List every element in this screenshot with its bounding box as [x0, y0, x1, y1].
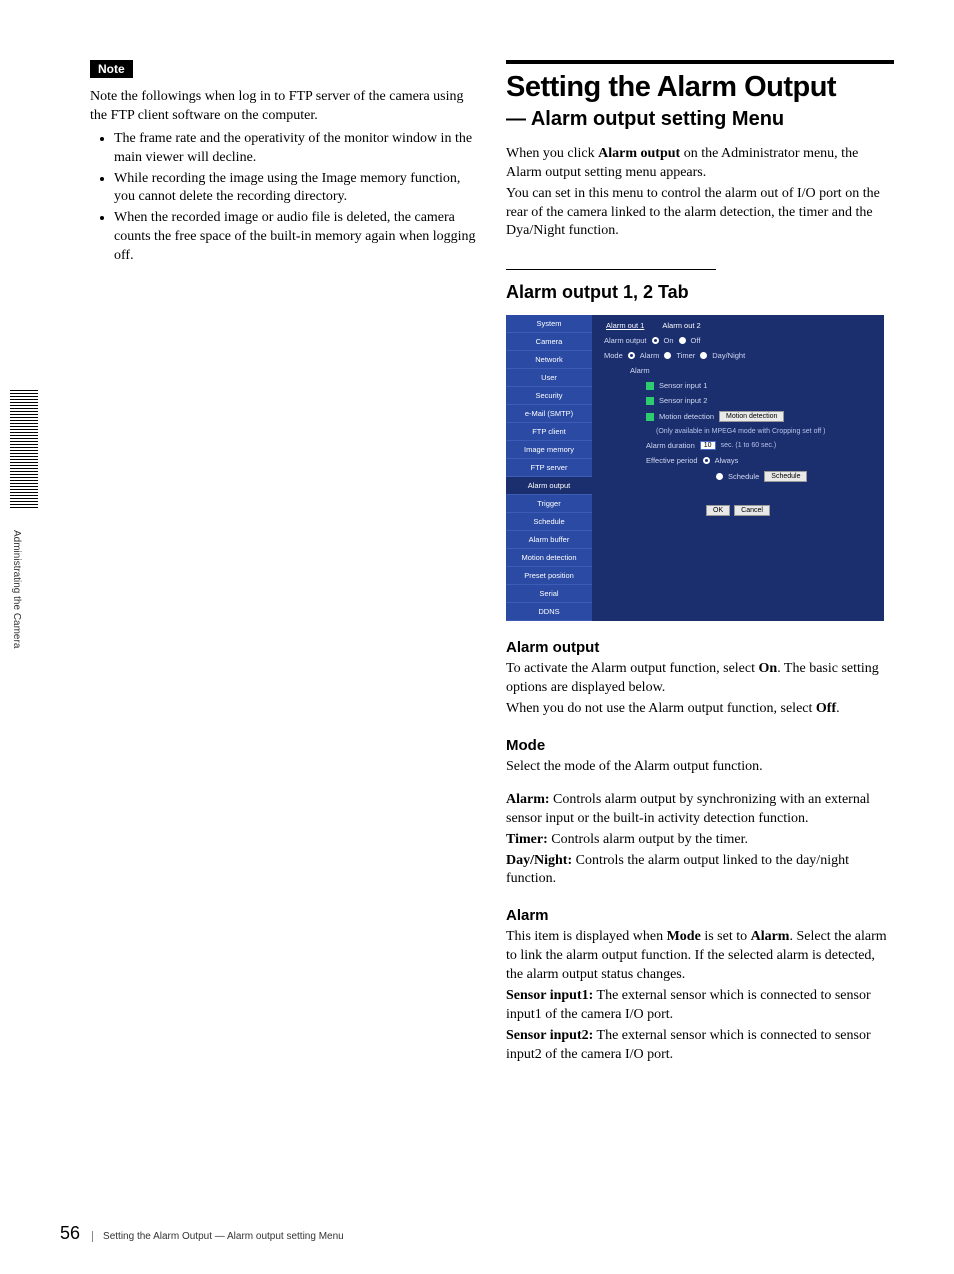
- mode-def: Day/Night: Controls the alarm output lin…: [506, 852, 894, 890]
- note-bullet: When the recorded image or audio file is…: [114, 209, 478, 266]
- page-subtitle: — Alarm output setting Menu: [506, 108, 894, 131]
- note-bullet-list: The frame rate and the operativity of th…: [90, 130, 478, 266]
- screenshot-sidebar-item: Schedule: [506, 513, 592, 531]
- alarm-output-heading: Alarm output: [506, 639, 894, 656]
- duration-select: 10: [700, 441, 716, 450]
- checkbox-icon: [646, 382, 654, 390]
- radio-icon: [652, 337, 659, 344]
- alarm-output-para: To activate the Alarm output function, s…: [506, 660, 894, 698]
- alarm-heading: Alarm: [506, 907, 894, 924]
- note-bullet: The frame rate and the operativity of th…: [114, 130, 478, 168]
- page-number: 56: [60, 1223, 80, 1244]
- checkbox-icon: [646, 413, 654, 421]
- screenshot-sidebar-item: Security: [506, 387, 592, 405]
- mode-heading: Mode: [506, 737, 894, 754]
- radio-icon: [679, 337, 686, 344]
- screenshot-sidebar-item: DDNS: [506, 603, 592, 621]
- cancel-button: Cancel: [734, 505, 770, 516]
- screenshot-sidebar-item: Preset position: [506, 567, 592, 585]
- screenshot-main: Alarm out 1 Alarm out 2 Alarm output On …: [592, 315, 884, 621]
- radio-icon: [716, 473, 723, 480]
- screenshot-sidebar-item: e-Mail (SMTP): [506, 405, 592, 423]
- radio-icon: [664, 352, 671, 359]
- screenshot-sidebar: SystemCameraNetworkUserSecuritye-Mail (S…: [506, 315, 592, 621]
- alarm-para: This item is displayed when Mode is set …: [506, 928, 894, 985]
- footer-text: Setting the Alarm Output — Alarm output …: [92, 1231, 344, 1242]
- screenshot-sidebar-item: User: [506, 369, 592, 387]
- checkbox-icon: [646, 397, 654, 405]
- page-footer: 56 Setting the Alarm Output — Alarm outp…: [60, 1223, 344, 1244]
- radio-icon: [628, 352, 635, 359]
- note-bullet: While recording the image using the Imag…: [114, 170, 478, 208]
- screenshot-sidebar-item: Image memory: [506, 441, 592, 459]
- screenshot-sidebar-item: Alarm buffer: [506, 531, 592, 549]
- margin-hatch-decoration: [10, 390, 38, 508]
- radio-icon: [700, 352, 707, 359]
- screenshot-sidebar-item: Camera: [506, 333, 592, 351]
- screenshot-sidebar-item: Trigger: [506, 495, 592, 513]
- screenshot-sidebar-item: FTP client: [506, 423, 592, 441]
- schedule-button: Schedule: [764, 471, 807, 482]
- alarm-output-screenshot: SystemCameraNetworkUserSecuritye-Mail (S…: [506, 315, 884, 621]
- mode-para: Select the mode of the Alarm output func…: [506, 758, 894, 777]
- alarm-def: Sensor input1: The external sensor which…: [506, 987, 894, 1025]
- tab-section-heading: Alarm output 1, 2 Tab: [506, 282, 894, 303]
- intro-paragraph: When you click Alarm output on the Admin…: [506, 145, 894, 183]
- screenshot-sidebar-item: Motion detection: [506, 549, 592, 567]
- screenshot-sidebar-item: Network: [506, 351, 592, 369]
- screenshot-sidebar-item: System: [506, 315, 592, 333]
- intro-paragraph: You can set in this menu to control the …: [506, 185, 894, 242]
- alarm-def: Sensor input2: The external sensor which…: [506, 1027, 894, 1065]
- ok-button: OK: [706, 505, 730, 516]
- page-title: Setting the Alarm Output: [506, 72, 894, 104]
- mode-def: Alarm: Controls alarm output by synchron…: [506, 791, 894, 829]
- note-badge: Note: [90, 60, 133, 78]
- motion-detection-button: Motion detection: [719, 411, 784, 422]
- screenshot-sidebar-item: Serial: [506, 585, 592, 603]
- screenshot-tab-alarm-out-1: Alarm out 1: [598, 318, 652, 333]
- screenshot-sidebar-item: Alarm output: [506, 477, 592, 495]
- screenshot-tab-alarm-out-2: Alarm out 2: [654, 318, 708, 333]
- note-intro: Note the followings when log in to FTP s…: [90, 88, 478, 126]
- alarm-output-para: When you do not use the Alarm output fun…: [506, 700, 894, 719]
- mode-def: Timer: Controls alarm output by the time…: [506, 831, 894, 850]
- radio-icon: [703, 457, 710, 464]
- screenshot-sidebar-item: FTP server: [506, 459, 592, 477]
- side-chapter-label: Administrating the Camera: [11, 530, 22, 648]
